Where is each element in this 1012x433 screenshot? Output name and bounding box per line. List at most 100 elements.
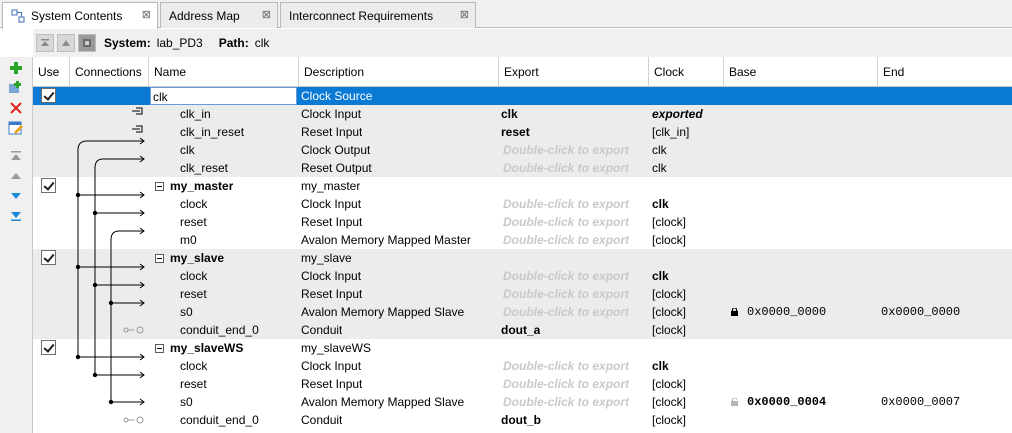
column-header-use[interactable]: Use <box>33 57 70 87</box>
description-cell: Avalon Memory Mapped Master <box>301 233 471 247</box>
clock-cell[interactable]: exported <box>652 105 703 123</box>
table-row[interactable]: clk_in Clock Input clk exported <box>33 105 1012 123</box>
table-row[interactable]: clk_reset Reset Output Double-click to e… <box>33 159 1012 177</box>
table-row[interactable]: clock Clock Input Double-click to export… <box>33 267 1012 285</box>
export-cell[interactable]: Double-click to export <box>503 159 629 177</box>
move-up-icon[interactable] <box>57 34 75 52</box>
connections-diagram[interactable] <box>70 87 150 433</box>
table-row[interactable]: clk Clock Source <box>33 87 1012 105</box>
edit-icon[interactable] <box>8 120 24 136</box>
export-cell[interactable]: Double-click to export <box>503 213 629 231</box>
move-up-icon[interactable] <box>8 168 24 184</box>
column-header-clock[interactable]: Clock <box>649 57 724 87</box>
clock-cell[interactable]: [clock] <box>652 285 686 303</box>
column-header-name[interactable]: Name <box>149 57 299 87</box>
tab-address-map[interactable]: Address Map ⊠ <box>160 2 278 28</box>
tab-close-icon[interactable]: ⊠ <box>460 8 469 21</box>
export-cell[interactable]: Double-click to export <box>503 375 629 393</box>
description-cell: Avalon Memory Mapped Slave <box>301 395 465 409</box>
clock-cell[interactable]: clk <box>652 159 667 177</box>
tab-close-icon[interactable]: ⊠ <box>142 8 151 21</box>
clock-cell[interactable]: [clock] <box>652 231 686 249</box>
use-checkbox[interactable] <box>41 340 56 355</box>
table-row[interactable]: my_slave my_slave <box>33 249 1012 267</box>
clock-cell[interactable]: clk <box>652 141 667 159</box>
export-cell[interactable]: Double-click to export <box>503 393 629 411</box>
move-down-icon[interactable] <box>8 188 24 204</box>
description-cell: Clock Output <box>301 143 371 157</box>
tab-close-icon[interactable]: ⊠ <box>262 8 271 21</box>
export-cell[interactable]: Double-click to export <box>503 267 629 285</box>
table-row[interactable]: reset Reset Input Double-click to export… <box>33 213 1012 231</box>
table-row[interactable]: s0 Avalon Memory Mapped Slave Double-cli… <box>33 393 1012 411</box>
export-cell[interactable]: Double-click to export <box>503 357 629 375</box>
add-component-icon[interactable] <box>8 60 24 76</box>
export-cell[interactable]: Double-click to export <box>503 231 629 249</box>
table-row[interactable]: clock Clock Input Double-click to export… <box>33 195 1012 213</box>
name-cell: conduit_end_0 <box>180 323 259 337</box>
export-cell[interactable]: reset <box>501 123 530 141</box>
use-checkbox[interactable] <box>41 250 56 265</box>
clock-cell[interactable]: clk <box>652 195 669 213</box>
export-cell[interactable]: Double-click to export <box>503 303 629 321</box>
table-row[interactable]: clock Clock Input Double-click to export… <box>33 357 1012 375</box>
use-checkbox[interactable] <box>41 178 56 193</box>
export-cell[interactable]: Double-click to export <box>503 141 629 159</box>
export-cell[interactable]: Double-click to export <box>503 195 629 213</box>
add-instance-icon[interactable] <box>8 80 24 96</box>
table-row[interactable]: reset Reset Input Double-click to export… <box>33 285 1012 303</box>
tab-label: Interconnect Requirements <box>289 8 434 23</box>
export-cell[interactable]: clk <box>501 105 518 123</box>
clock-cell[interactable]: [clk_in] <box>652 123 689 141</box>
table-row[interactable]: s0 Avalon Memory Mapped Slave Double-cli… <box>33 303 1012 321</box>
column-header-base[interactable]: Base <box>724 57 878 87</box>
table-row[interactable]: clk_in_reset Reset Input reset [clk_in] <box>33 123 1012 141</box>
base-cell[interactable]: 0x0000_0004 <box>726 393 826 411</box>
base-cell[interactable]: 0x0000_0000 <box>726 303 826 321</box>
system-contents-icon <box>11 9 25 23</box>
name-cell: clock <box>180 197 208 211</box>
column-header-description[interactable]: Description <box>299 57 499 87</box>
move-top-icon[interactable] <box>8 148 24 164</box>
table-row[interactable]: conduit_end_0 Conduit dout_b [clock] <box>33 411 1012 429</box>
name-cell: my_slaveWS <box>155 339 243 357</box>
column-header-export[interactable]: Export <box>499 57 649 87</box>
clock-cell[interactable]: [clock] <box>652 375 686 393</box>
clock-cell[interactable]: clk <box>652 357 669 375</box>
clock-cell[interactable]: [clock] <box>652 411 686 429</box>
collapse-icon[interactable] <box>155 344 164 353</box>
column-header-connections[interactable]: Connections <box>70 57 149 87</box>
export-cell[interactable]: dout_a <box>501 321 540 339</box>
table-row[interactable]: my_master my_master <box>33 177 1012 195</box>
clock-cell[interactable]: clk <box>652 267 669 285</box>
name-edit-field[interactable]: clk <box>150 87 297 105</box>
lock-icon[interactable] <box>731 394 738 406</box>
name-cell: clock <box>180 269 208 283</box>
description-cell: Reset Input <box>301 215 363 229</box>
clock-cell[interactable]: [clock] <box>652 213 686 231</box>
table-row[interactable]: clk Clock Output Double-click to export … <box>33 141 1012 159</box>
description-cell: my_master <box>301 179 361 193</box>
remove-icon[interactable] <box>8 100 24 116</box>
collapse-icon[interactable] <box>155 254 164 263</box>
clock-cell[interactable]: [clock] <box>652 393 686 411</box>
table-row[interactable]: m0 Avalon Memory Mapped Master Double-cl… <box>33 231 1012 249</box>
tab-interconnect-requirements[interactable]: Interconnect Requirements ⊠ <box>280 2 476 28</box>
path-value: clk <box>254 36 270 50</box>
table-row[interactable]: my_slaveWS my_slaveWS <box>33 339 1012 357</box>
export-cell[interactable]: Double-click to export <box>503 285 629 303</box>
column-header-end[interactable]: End <box>878 57 1012 87</box>
move-bottom-icon[interactable] <box>8 208 24 224</box>
lock-icon[interactable] <box>731 304 738 316</box>
name-cell: reset <box>180 287 207 301</box>
tab-system-contents[interactable]: System Contents ⊠ <box>2 2 158 29</box>
move-top-icon[interactable] <box>36 34 54 52</box>
component-name: my_master <box>170 179 234 193</box>
table-row[interactable]: conduit_end_0 Conduit dout_a [clock] <box>33 321 1012 339</box>
export-cell[interactable]: dout_b <box>501 411 541 429</box>
clock-cell[interactable]: [clock] <box>652 303 686 321</box>
collapse-icon[interactable] <box>155 182 164 191</box>
table-row[interactable]: reset Reset Input Double-click to export… <box>33 375 1012 393</box>
use-checkbox[interactable] <box>41 88 56 103</box>
clock-cell[interactable]: [clock] <box>652 321 686 339</box>
